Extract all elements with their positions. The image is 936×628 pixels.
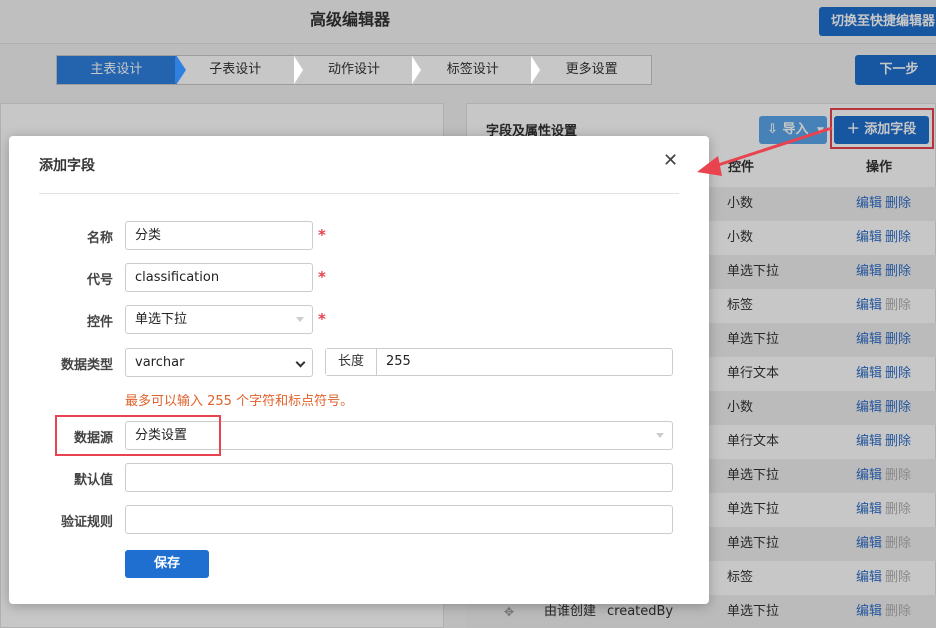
step-arrow-icon xyxy=(293,55,305,85)
step-arrow-icon xyxy=(174,55,186,85)
annotation-arrow xyxy=(697,126,833,176)
step-arrow-icon xyxy=(412,55,424,85)
annotation-arrow-head xyxy=(697,156,722,176)
step-arrow-icon xyxy=(531,55,543,85)
annotation-arrow-line xyxy=(711,126,833,169)
